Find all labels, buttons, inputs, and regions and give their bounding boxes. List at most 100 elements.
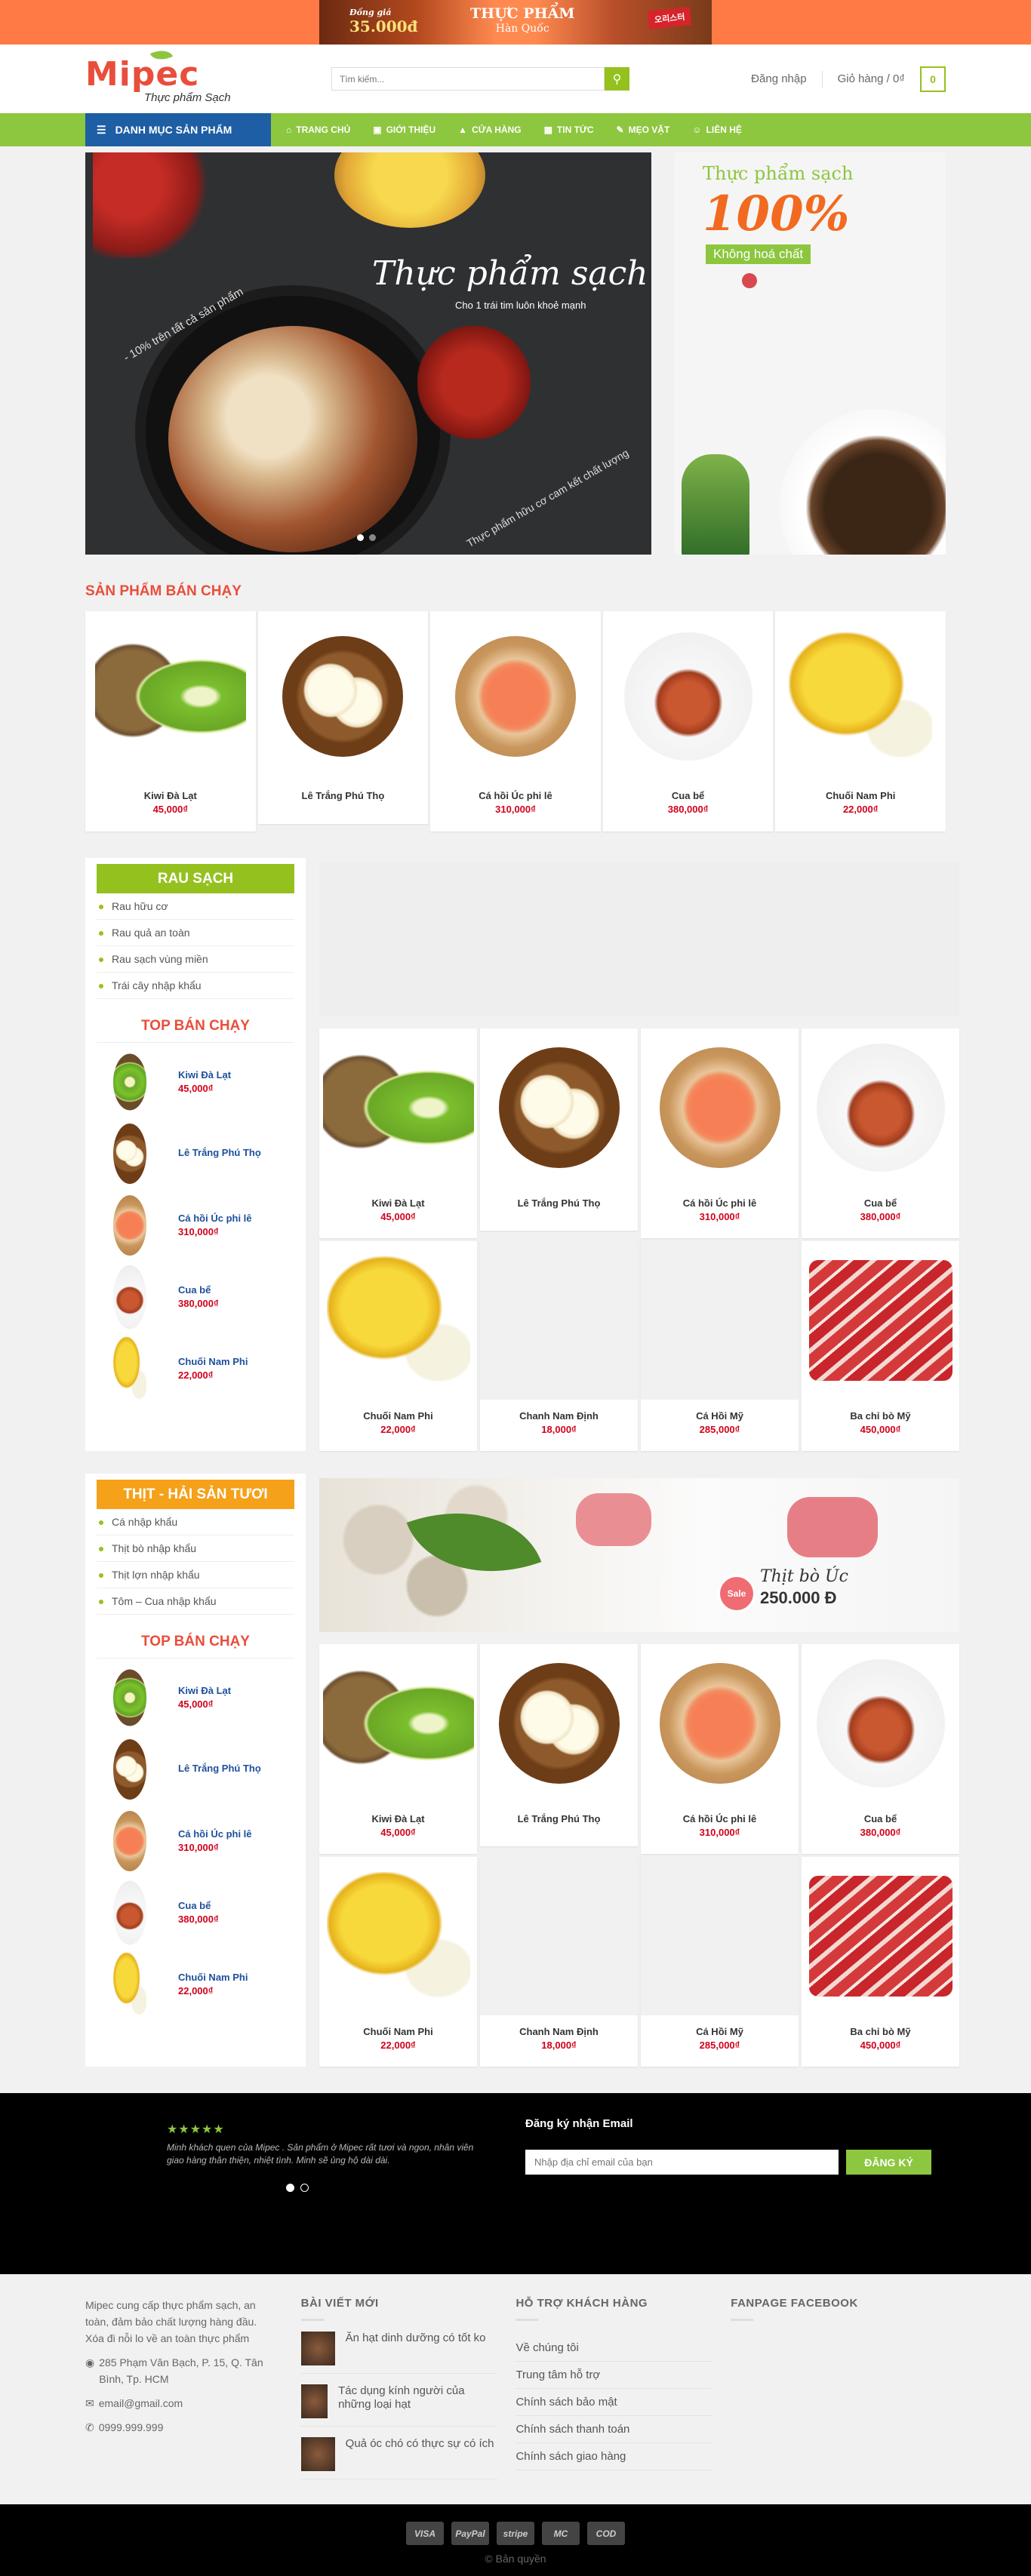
product-card[interactable]: Kiwi Đà Lạt 45,000₫	[319, 1644, 477, 1854]
post-thumbnail[interactable]	[300, 2437, 335, 2471]
beef-promo-banner[interactable]: Sale Thịt bò Úc 250.000 Đ	[319, 1478, 959, 1632]
category-link[interactable]: Tôm – Cua nhập khẩu	[97, 1588, 294, 1615]
product-image[interactable]	[258, 611, 429, 781]
product-image[interactable]	[319, 1241, 477, 1400]
product-card[interactable]: Ba chỉ bò Mỹ 450,000₫	[802, 1857, 959, 2067]
top-seller-name[interactable]: Kiwi Đà Lạt	[178, 1685, 231, 1696]
site-logo[interactable]: Mipec Thực phẩm Sạch	[85, 45, 331, 113]
slider-dot[interactable]	[357, 534, 364, 541]
nav-item-about[interactable]: ▣ GIỚI THIỆU	[373, 124, 435, 135]
product-name[interactable]: Kiwi Đà Lạt	[319, 1197, 477, 1209]
product-card[interactable]: Kiwi Đà Lạt 45,000₫	[319, 1028, 477, 1238]
top-seller-item[interactable]: Kiwi Đà Lạt 45,000₫	[97, 1661, 294, 1733]
recent-post[interactable]: Tác dụng kính người của những loại hạt	[300, 2384, 497, 2427]
product-name[interactable]: Lê Trắng Phú Thọ	[258, 790, 429, 801]
post-title[interactable]: Tác dụng kính người của những loại hạt	[338, 2384, 497, 2418]
product-card[interactable]: Lê Trắng Phú Thọ	[257, 611, 429, 824]
product-name[interactable]: Cua bể	[802, 1813, 959, 1824]
product-name[interactable]: Cá Hồi Mỹ	[641, 1410, 799, 1422]
support-link[interactable]: Trung tâm hỗ trợ	[516, 2362, 712, 2389]
product-image[interactable]	[85, 611, 256, 781]
top-seller-thumb[interactable]	[97, 1192, 163, 1259]
post-title[interactable]: Quả óc chó có thực sự có ích	[346, 2437, 494, 2471]
carousel-dot[interactable]	[300, 2184, 309, 2192]
support-link[interactable]: Về chúng tôi	[516, 2335, 712, 2362]
nav-item-contact[interactable]: ☺ LIÊN HỆ	[692, 124, 742, 135]
product-image[interactable]	[480, 1241, 638, 1400]
product-image[interactable]	[641, 1644, 799, 1803]
category-link[interactable]: Cá nhập khẩu	[97, 1509, 294, 1535]
top-seller-thumb[interactable]	[97, 1808, 163, 1874]
cart-count-icon[interactable]: 0	[920, 66, 946, 92]
top-seller-thumb[interactable]	[97, 1880, 163, 1946]
product-image[interactable]	[319, 1028, 477, 1187]
product-name[interactable]: Chuối Nam Phi	[319, 1410, 477, 1422]
product-name[interactable]: Chuối Nam Phi	[775, 790, 946, 801]
nav-item-tips[interactable]: ✎ MẸO VẶT	[617, 124, 670, 135]
top-promo-banner[interactable]: Đồng giá 35.000đ THỰC PHẨM Hàn Quốc 오리스터	[0, 0, 1031, 45]
support-link[interactable]: Chính sách thanh toán	[516, 2416, 712, 2443]
category-link[interactable]: Thịt lợn nhập khẩu	[97, 1562, 294, 1588]
top-seller-item[interactable]: Lê Trắng Phú Thọ	[97, 1117, 294, 1189]
product-image[interactable]	[775, 611, 946, 781]
promo-image[interactable]: Đồng giá 35.000đ THỰC PHẨM Hàn Quốc 오리스터	[319, 0, 712, 45]
product-image[interactable]	[319, 1644, 477, 1803]
top-seller-item[interactable]: Chuối Nam Phi 22,000₫	[97, 1333, 294, 1404]
top-seller-item[interactable]: Cua bể 380,000₫	[97, 1877, 294, 1948]
product-name[interactable]: Ba chỉ bò Mỹ	[802, 2026, 959, 2037]
category-banner-placeholder[interactable]	[319, 862, 959, 1016]
footer-phone[interactable]: 0999.999.999	[99, 2419, 164, 2436]
product-name[interactable]: Cá hồi Úc phi lê	[430, 790, 601, 801]
product-card[interactable]: Lê Trắng Phú Thọ	[480, 1644, 638, 1846]
product-card[interactable]: Cá hồi Úc phi lê 310,000₫	[641, 1028, 799, 1238]
product-card[interactable]: Lê Trắng Phú Thọ	[480, 1028, 638, 1231]
footer-email[interactable]: email@gmail.com	[99, 2395, 183, 2412]
top-seller-thumb[interactable]	[97, 1264, 163, 1330]
product-card[interactable]: Chanh Nam Định 18,000₫	[480, 1857, 638, 2067]
product-card[interactable]: Cá hồi Úc phi lê 310,000₫	[430, 611, 601, 832]
category-link[interactable]: Trái cây nhập khẩu	[97, 973, 294, 999]
product-image[interactable]	[641, 1028, 799, 1187]
product-image[interactable]	[430, 611, 601, 781]
top-seller-thumb[interactable]	[97, 1665, 163, 1731]
category-box-title[interactable]: RAU SẠCH	[97, 864, 294, 893]
product-name[interactable]: Cá hồi Úc phi lê	[641, 1813, 799, 1824]
top-seller-item[interactable]: Kiwi Đà Lạt 45,000₫	[97, 1046, 294, 1117]
hero-slider[interactable]: Thực phẩm sạch Cho 1 trái tim luôn khoẻ …	[85, 152, 651, 555]
top-seller-name[interactable]: Lê Trắng Phú Thọ	[178, 1147, 261, 1158]
email-field[interactable]	[525, 2150, 839, 2175]
top-seller-item[interactable]: Cá hồi Úc phi lê 310,000₫	[97, 1189, 294, 1261]
product-image[interactable]	[641, 1857, 799, 2015]
product-name[interactable]: Cua bể	[603, 790, 774, 801]
nav-item-home[interactable]: ⌂ TRANG CHỦ	[286, 124, 350, 135]
product-card[interactable]: Chanh Nam Định 18,000₫	[480, 1241, 638, 1451]
product-image[interactable]	[641, 1241, 799, 1400]
cart-link[interactable]: Giỏ hàng / 0₫	[838, 72, 905, 85]
product-card[interactable]: Cua bể 380,000₫	[602, 611, 774, 832]
top-seller-name[interactable]: Cá hồi Úc phi lê	[178, 1213, 252, 1224]
support-link[interactable]: Chính sách bảo mật	[516, 2389, 712, 2416]
product-card[interactable]: Cá Hồi Mỹ 285,000₫	[641, 1241, 799, 1451]
recent-post[interactable]: Quả óc chó có thực sự có ích	[300, 2437, 497, 2479]
top-seller-name[interactable]: Cua bể	[178, 1900, 219, 1911]
subscribe-button[interactable]: ĐĂNG KÝ	[846, 2150, 931, 2175]
category-link[interactable]: Rau hữu cơ	[97, 893, 294, 920]
nav-item-shop[interactable]: ▲ CỬA HÀNG	[458, 124, 521, 135]
product-image[interactable]	[802, 1028, 959, 1187]
login-link[interactable]: Đăng nhập	[751, 72, 806, 85]
product-card[interactable]: Cua bể 380,000₫	[802, 1028, 959, 1238]
top-seller-item[interactable]: Cua bể 380,000₫	[97, 1261, 294, 1333]
top-seller-thumb[interactable]	[97, 1049, 163, 1115]
carousel-dot[interactable]	[286, 2184, 294, 2192]
product-name[interactable]: Lê Trắng Phú Thọ	[480, 1813, 638, 1824]
product-card[interactable]: Chuối Nam Phi 22,000₫	[319, 1857, 477, 2067]
product-name[interactable]: Cá Hồi Mỹ	[641, 2026, 799, 2037]
top-seller-name[interactable]: Chuối Nam Phi	[178, 1972, 248, 1983]
product-name[interactable]: Kiwi Đà Lạt	[85, 790, 256, 801]
category-menu-button[interactable]: ☰ DANH MỤC SẢN PHẨM	[85, 113, 271, 146]
product-name[interactable]: Chanh Nam Định	[480, 1410, 638, 1422]
category-link[interactable]: Thịt bò nhập khẩu	[97, 1535, 294, 1562]
product-name[interactable]: Lê Trắng Phú Thọ	[480, 1197, 638, 1209]
top-seller-item[interactable]: Lê Trắng Phú Thọ	[97, 1733, 294, 1805]
product-image[interactable]	[480, 1644, 638, 1803]
